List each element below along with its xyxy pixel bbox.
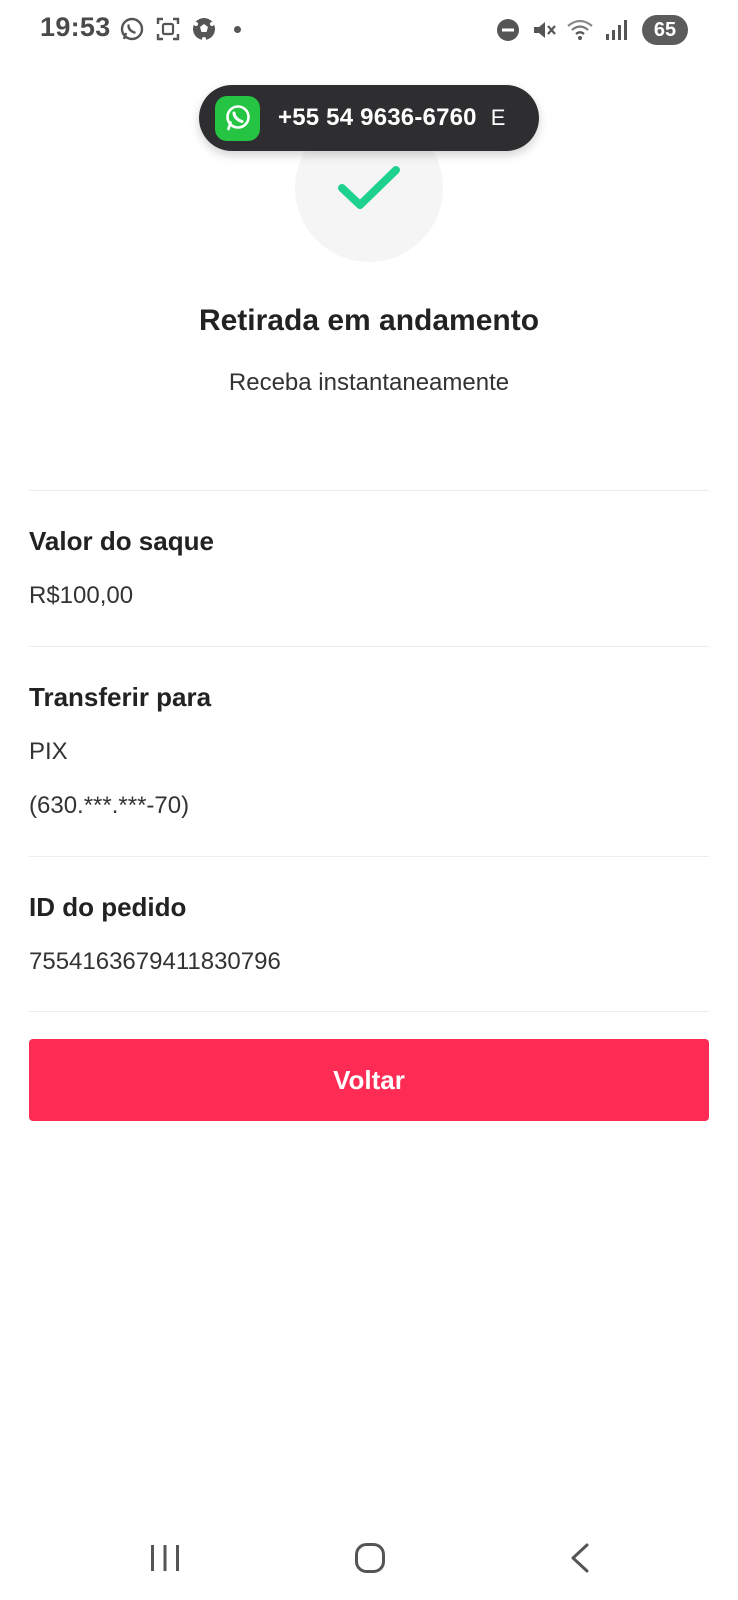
soccer-ball-icon	[190, 15, 218, 43]
whatsapp-icon	[215, 95, 260, 141]
do-not-disturb-icon	[494, 16, 522, 44]
check-icon	[338, 166, 400, 209]
call-extra-text: E	[490, 105, 506, 130]
status-right-icons: 65	[494, 15, 688, 45]
signal-icon	[602, 16, 630, 44]
recent-apps-icon	[151, 1545, 179, 1571]
call-phone-number: +55 54 9636-6760	[278, 104, 477, 131]
recent-apps-button[interactable]	[135, 1533, 195, 1583]
divider	[29, 856, 709, 857]
divider	[29, 490, 709, 491]
whatsapp-icon	[118, 15, 146, 43]
order-id-value: 7554163679411830796	[29, 948, 281, 975]
muted-icon	[530, 16, 558, 44]
divider	[29, 1011, 709, 1012]
page-title: Retirada em andamento	[198, 304, 540, 337]
wifi-icon	[566, 16, 594, 44]
battery-indicator: 65	[642, 15, 688, 45]
back-nav-button[interactable]	[550, 1533, 610, 1583]
transfer-account: (630.***.***-70)	[29, 792, 190, 819]
amount-value: R$100,00	[29, 582, 134, 609]
back-button[interactable]: Voltar	[29, 1039, 709, 1121]
amount-label: Valor do saque	[29, 526, 214, 556]
order-id-label: ID do pedido	[29, 892, 187, 922]
screenshot-icon	[154, 15, 182, 43]
notification-dot-icon	[234, 25, 241, 33]
status-left-icons	[118, 15, 241, 43]
divider	[29, 646, 709, 647]
navigation-bar	[0, 1525, 738, 1595]
home-icon	[355, 1543, 385, 1573]
home-button[interactable]	[340, 1533, 400, 1583]
back-icon	[571, 1543, 589, 1573]
page-subtitle: Receba instantaneamente	[228, 369, 510, 396]
status-bar: 19:53 65	[0, 0, 738, 62]
whatsapp-call-pill[interactable]: +55 54 9636-6760 E	[199, 85, 539, 151]
status-time: 19:53	[40, 12, 111, 42]
transfer-method: PIX	[29, 738, 68, 765]
transfer-label: Transferir para	[29, 682, 212, 712]
